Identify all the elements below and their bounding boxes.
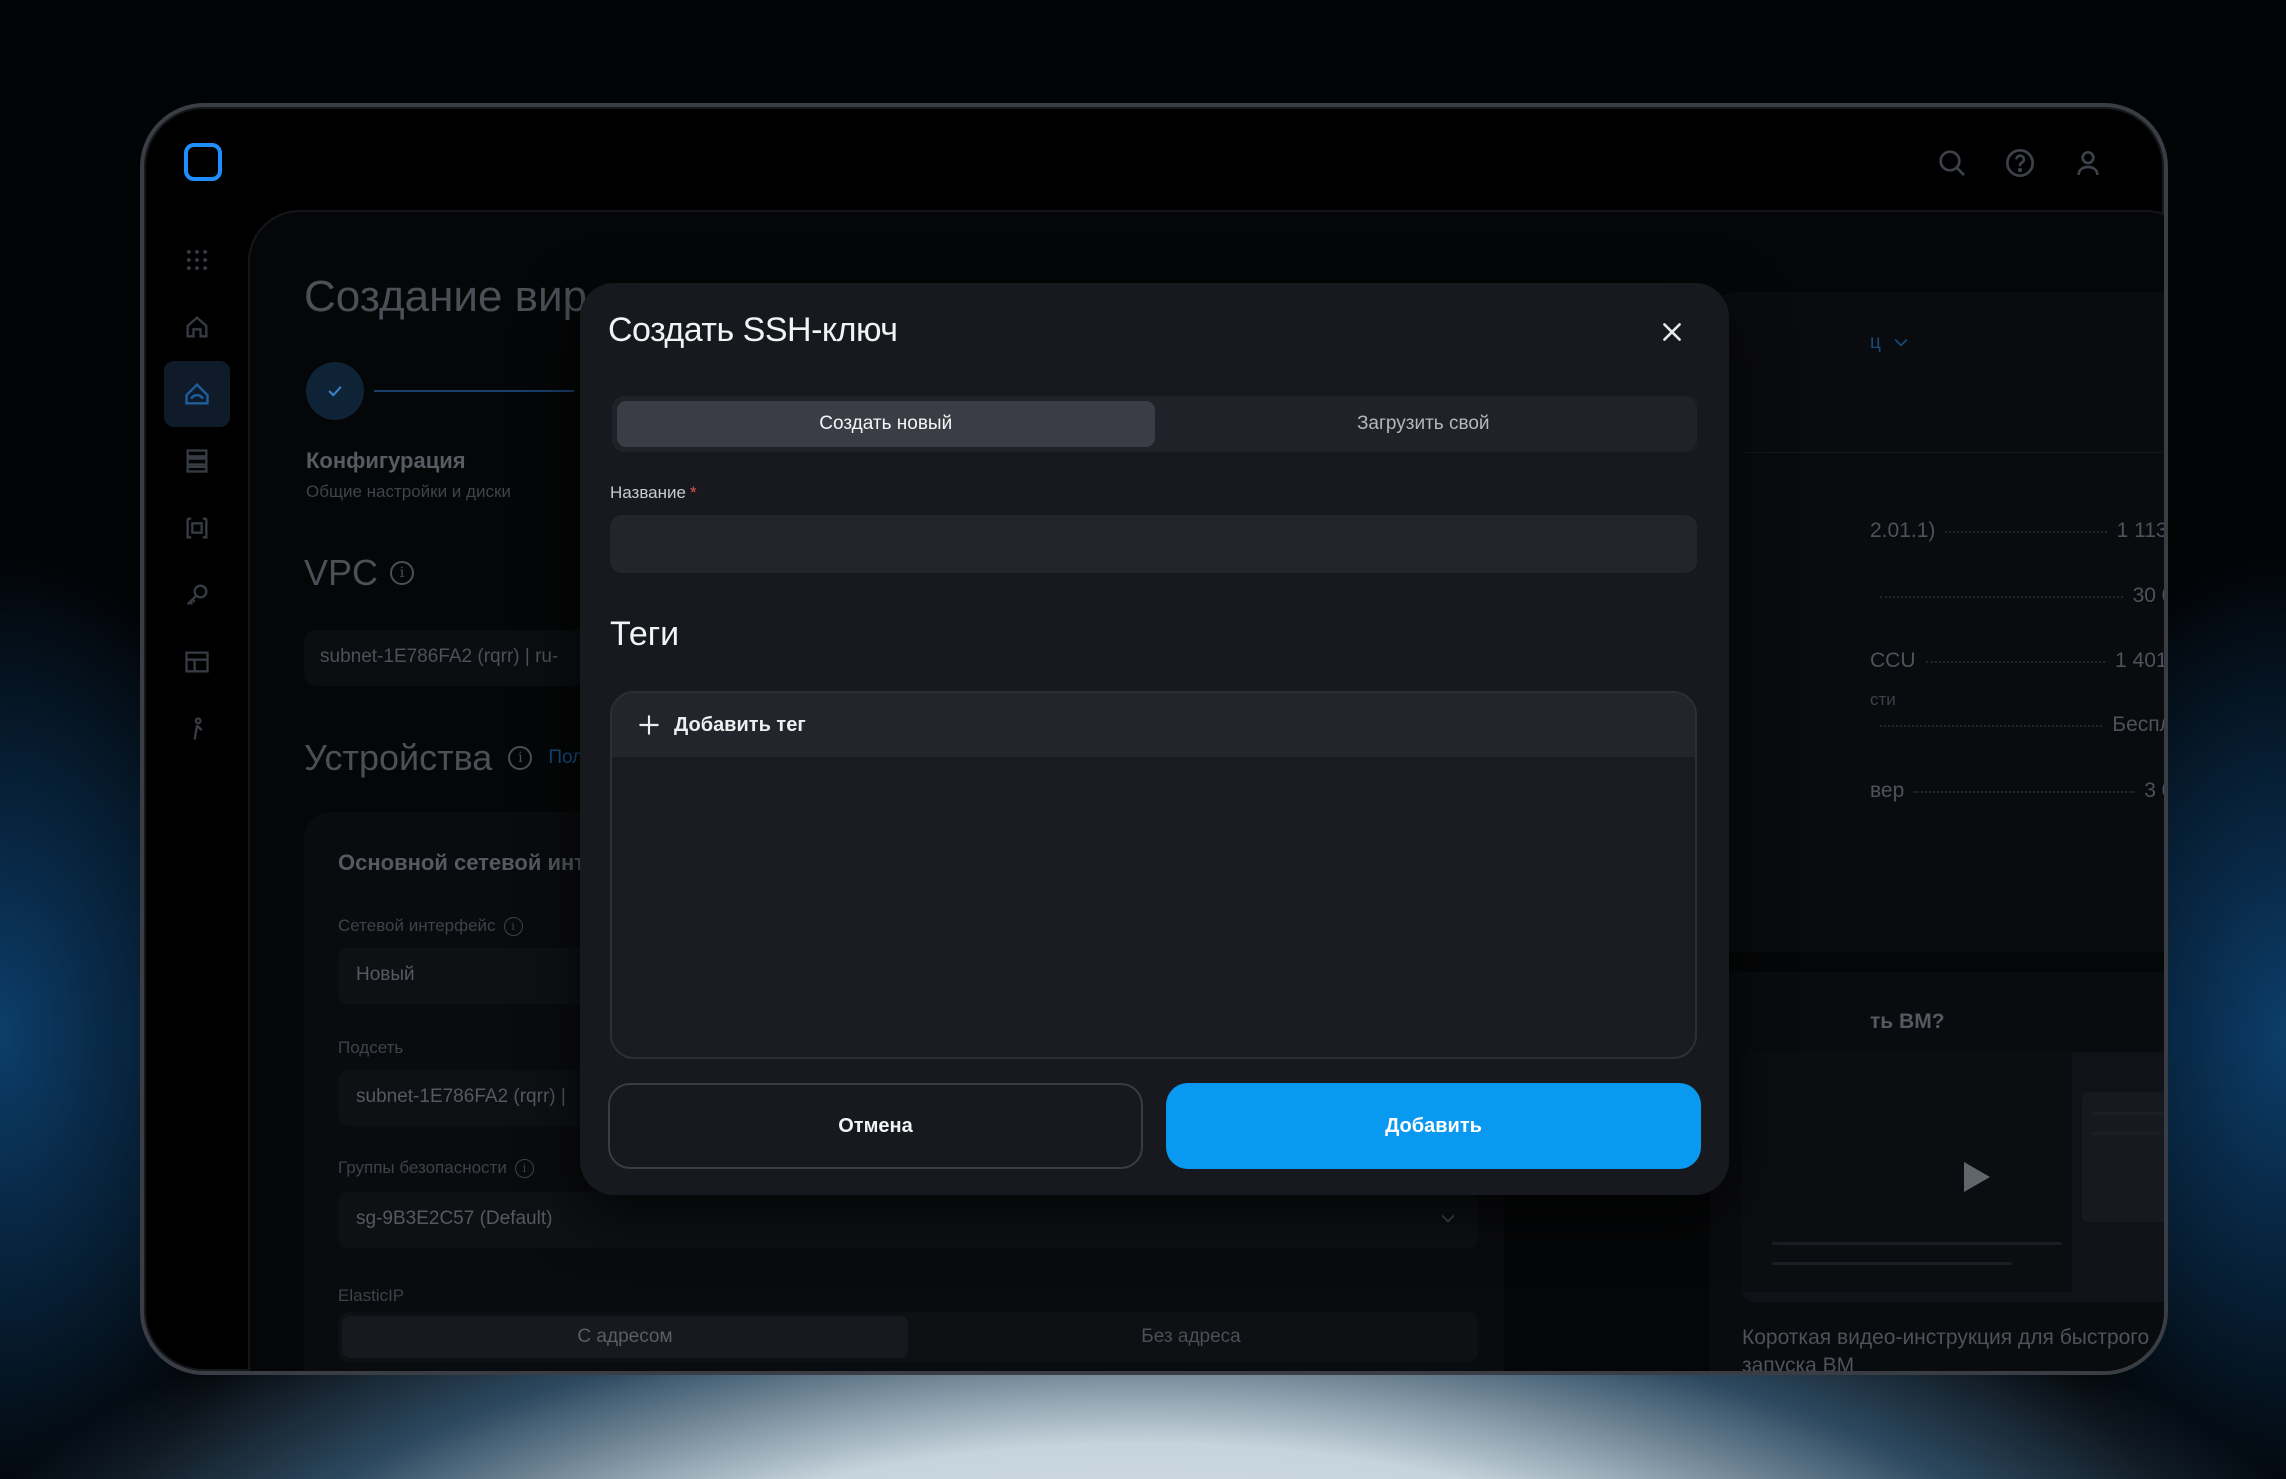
sidebar-item-person[interactable] bbox=[164, 696, 230, 762]
price-row: 2.01.1) 1 113,01 ₽ bbox=[1870, 518, 2168, 543]
price-row-label: CCU bbox=[1870, 649, 1916, 672]
vpc-heading-text: VPC bbox=[304, 552, 379, 593]
frame-icon bbox=[186, 517, 208, 539]
logo-icon[interactable] bbox=[184, 143, 222, 181]
play-icon[interactable] bbox=[1964, 1162, 1990, 1192]
price-summary-card: ц 2.01.1) 1 113,01 ₽ 30 000 ₽ CCU 1 401,… bbox=[1710, 292, 2168, 952]
price-row-label: вер bbox=[1870, 779, 1905, 802]
sec-groups-value: sg-9B3E2C57 (Default) bbox=[356, 1208, 553, 1229]
price-row-value: 30 000 ₽ bbox=[2132, 584, 2164, 607]
price-row-label: 2.01.1) bbox=[1870, 519, 1936, 542]
step-indicator bbox=[306, 362, 364, 420]
info-icon[interactable]: i bbox=[508, 746, 533, 770]
price-row: Бесплатно bbox=[1870, 713, 2164, 737]
cloud-icon bbox=[185, 383, 209, 405]
add-tag-button[interactable]: Добавить тег bbox=[612, 693, 1695, 757]
devices-heading: Устройства i Пол bbox=[304, 737, 583, 779]
info-icon[interactable]: i bbox=[390, 561, 415, 585]
sidebar-item-cloud[interactable] bbox=[164, 361, 230, 427]
sidebar-item-frame[interactable] bbox=[164, 495, 230, 561]
create-ssh-key-modal: Создать SSH-ключ Создать новый Загрузить… bbox=[580, 283, 1729, 1195]
video-card: ть ВМ? Короткая видео-инструкция для быс… bbox=[1710, 972, 2164, 1375]
divider bbox=[1744, 452, 2164, 453]
sec-groups-select[interactable]: sg-9B3E2C57 (Default) bbox=[338, 1192, 1478, 1248]
elastic-label: ElasticIP bbox=[338, 1286, 405, 1305]
info-icon[interactable]: i bbox=[514, 1158, 534, 1178]
summary-link[interactable]: ц bbox=[1870, 332, 1911, 354]
search-icon[interactable] bbox=[1936, 147, 1968, 179]
plus-icon bbox=[639, 715, 659, 735]
name-input[interactable] bbox=[610, 515, 1697, 573]
summary-link-text: ц bbox=[1870, 332, 1881, 353]
price-row-sub: сти bbox=[1870, 690, 1896, 709]
sidebar-item-keys[interactable] bbox=[164, 562, 230, 628]
elastic-toggle: С адресом Без адреса bbox=[338, 1312, 1478, 1362]
server-icon bbox=[186, 449, 208, 473]
tags-heading: Теги bbox=[610, 615, 680, 653]
net-iface-label: Сетевой интерфейс i bbox=[338, 916, 523, 936]
price-row-value: 3 000 ₽ bbox=[2144, 779, 2164, 802]
tags-container: Добавить тег bbox=[610, 691, 1697, 1059]
sec-groups-label-text: Группы безопасности bbox=[338, 1158, 507, 1177]
check-icon bbox=[328, 386, 342, 397]
price-row: вер 3 000 ₽ bbox=[1870, 778, 2164, 803]
home-icon bbox=[186, 316, 208, 338]
tab-upload-own[interactable]: Загрузить свой bbox=[1155, 401, 1693, 447]
subnet-label: Подсеть bbox=[338, 1038, 404, 1057]
step-progress-line bbox=[374, 390, 574, 392]
user-icon[interactable] bbox=[2072, 147, 2104, 179]
add-button[interactable]: Добавить bbox=[1166, 1083, 1701, 1169]
net-iface-label-text: Сетевой интерфейс bbox=[338, 916, 496, 935]
price-row-value: Бесплатно bbox=[2112, 713, 2164, 736]
modal-title: Создать SSH-ключ bbox=[608, 311, 898, 349]
cancel-button[interactable]: Отмена bbox=[608, 1083, 1143, 1169]
price-row: CCU 1 401,33 ₽ bbox=[1870, 648, 2168, 673]
step-subtitle: Общие настройки и диски bbox=[306, 482, 511, 501]
name-label: Название * bbox=[610, 483, 697, 503]
chevron-down-icon bbox=[1894, 338, 1908, 347]
name-label-text: Название bbox=[610, 483, 686, 502]
video-card-text: Короткая видео-инструкция для быстрого з… bbox=[1742, 1326, 2150, 1375]
apps-grid-icon bbox=[186, 249, 208, 271]
price-row: 30 000 ₽ bbox=[1870, 583, 2164, 608]
sidebar-item-home[interactable] bbox=[164, 294, 230, 360]
mode-tabs: Создать новый Загрузить свой bbox=[612, 396, 1697, 452]
price-row-value: 1 113,01 ₽ bbox=[2116, 519, 2168, 542]
video-thumbnail[interactable] bbox=[1742, 1052, 2164, 1302]
sidebar-item-servers[interactable] bbox=[164, 428, 230, 494]
required-mark: * bbox=[689, 483, 697, 502]
elastic-option-without[interactable]: Без адреса bbox=[908, 1316, 1474, 1358]
card-title: Основной сетевой инте bbox=[338, 850, 598, 875]
close-icon[interactable] bbox=[1659, 319, 1685, 345]
person-icon bbox=[193, 717, 203, 740]
page-title: Создание вир bbox=[304, 272, 588, 321]
devices-link[interactable]: Пол bbox=[548, 747, 583, 769]
topbar-actions bbox=[1936, 147, 2104, 179]
vpc-heading: VPC i bbox=[304, 552, 415, 594]
sec-groups-label: Группы безопасности i bbox=[338, 1158, 534, 1178]
video-card-title: ть ВМ? bbox=[1870, 1010, 1945, 1033]
chevron-down-icon bbox=[1441, 1214, 1455, 1223]
key-icon bbox=[186, 584, 208, 606]
devices-heading-text: Устройства bbox=[304, 737, 493, 778]
step-title[interactable]: Конфигурация bbox=[306, 448, 466, 474]
layout-icon bbox=[185, 651, 209, 673]
sidebar-item-apps[interactable] bbox=[164, 227, 230, 293]
help-icon[interactable] bbox=[2004, 147, 2036, 179]
elastic-option-with[interactable]: С адресом bbox=[342, 1316, 908, 1358]
info-icon[interactable]: i bbox=[503, 916, 523, 936]
add-tag-label: Добавить тег bbox=[674, 713, 806, 736]
sidebar bbox=[164, 227, 234, 763]
price-row-value: 1 401,33 ₽ bbox=[2115, 649, 2168, 672]
tab-create-new[interactable]: Создать новый bbox=[617, 401, 1155, 447]
sidebar-item-layout[interactable] bbox=[164, 629, 230, 695]
